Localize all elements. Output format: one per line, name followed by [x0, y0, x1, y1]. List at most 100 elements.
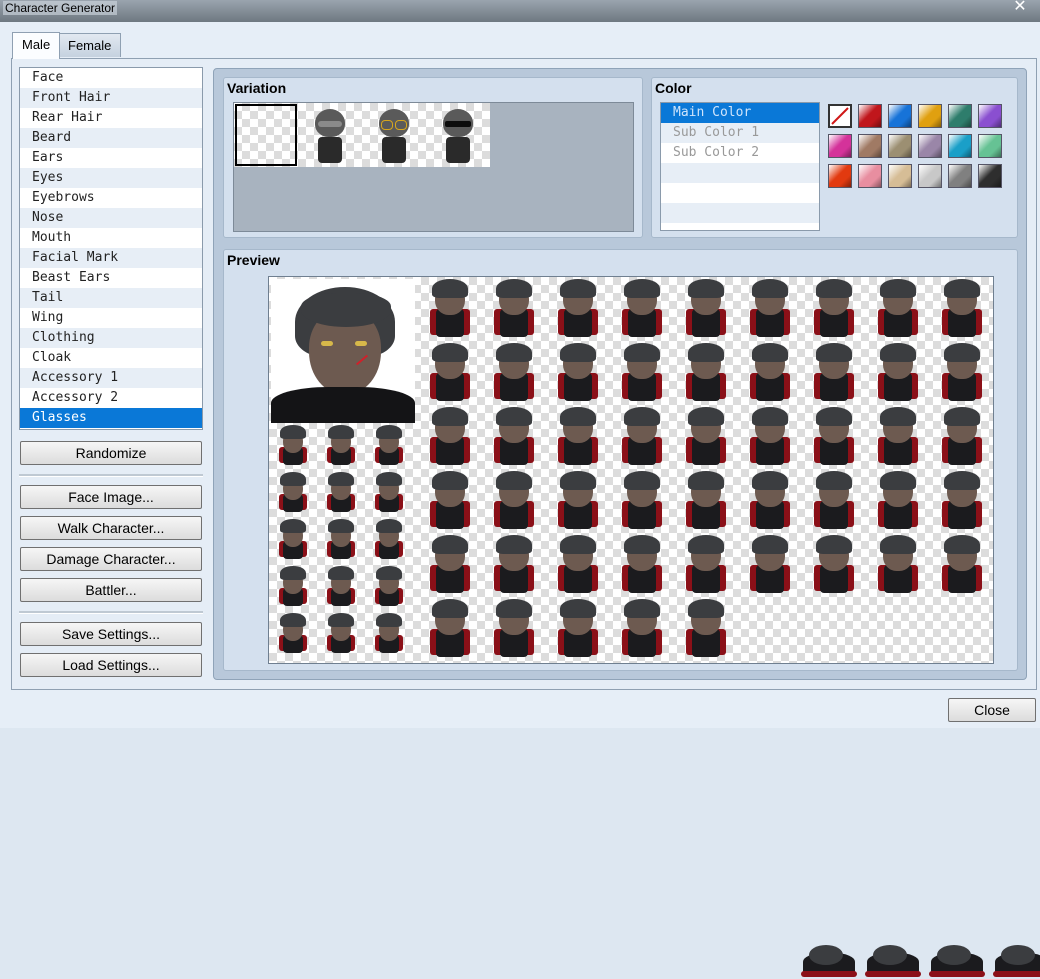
title-bar: Character Generator ✕: [0, 0, 1040, 22]
color-swatch[interactable]: [888, 164, 912, 188]
variation-group: Variation: [223, 77, 643, 238]
parts-list-item[interactable]: Beard: [20, 128, 202, 148]
variation-area: [233, 102, 634, 232]
battler-sprite: [611, 535, 673, 597]
parts-list-item[interactable]: Accessory 2: [20, 388, 202, 408]
color-swatch[interactable]: [978, 104, 1002, 128]
walk-sprite: [275, 566, 311, 610]
color-slot-item[interactable]: Sub Color 1: [661, 123, 819, 143]
battler-sprite: [931, 343, 993, 405]
battler-sprite: [803, 407, 865, 469]
walk-sprite: [275, 425, 311, 469]
color-swatch[interactable]: [948, 164, 972, 188]
variation-option-none[interactable]: [234, 103, 298, 167]
color-group: Color Main Color Sub Color 1 Sub Color 2: [651, 77, 1018, 238]
color-slot-empty: [661, 163, 819, 183]
parts-list-item[interactable]: Rear Hair: [20, 108, 202, 128]
color-swatch[interactable]: [978, 164, 1002, 188]
battler-sprite: [675, 599, 737, 661]
walk-sprite: [275, 472, 311, 516]
walk-sprite: [371, 425, 407, 469]
walk-character-button[interactable]: Walk Character...: [20, 516, 202, 540]
color-swatch[interactable]: [948, 134, 972, 158]
battler-sprite: [675, 343, 737, 405]
parts-list-item[interactable]: Eyebrows: [20, 188, 202, 208]
parts-list-item[interactable]: Facial Mark: [20, 248, 202, 268]
color-slot-empty: [661, 203, 819, 223]
color-swatch[interactable]: [828, 134, 852, 158]
preview-area: [268, 276, 1040, 977]
battler-sprite-down: [863, 941, 923, 979]
parts-list-item[interactable]: Eyes: [20, 168, 202, 188]
close-button[interactable]: Close: [948, 698, 1036, 722]
variation-option-plain[interactable]: [298, 103, 362, 167]
battler-sprite: [419, 535, 481, 597]
parts-list-item[interactable]: Face: [20, 68, 202, 88]
window-close-icon[interactable]: ✕: [1004, 0, 1036, 16]
face-image-button[interactable]: Face Image...: [20, 485, 202, 509]
battler-sprite: [803, 535, 865, 597]
parts-list-item[interactable]: Accessory 1: [20, 368, 202, 388]
color-swatch[interactable]: [858, 164, 882, 188]
battler-sprite-down: [991, 941, 1040, 979]
walk-sprite: [371, 472, 407, 516]
color-swatch[interactable]: [858, 104, 882, 128]
editor-panel: Variation Color Main Color Sub Color 1 S…: [213, 68, 1040, 977]
variation-sprite: [378, 109, 410, 165]
battler-sprite: [867, 471, 929, 533]
parts-list-item[interactable]: Beast Ears: [20, 268, 202, 288]
color-swatch[interactable]: [948, 104, 972, 128]
battler-sprite: [483, 407, 545, 469]
parts-list-item[interactable]: Cloak: [20, 348, 202, 368]
separator: [19, 611, 203, 614]
battler-button[interactable]: Battler...: [20, 578, 202, 602]
color-swatch[interactable]: [918, 164, 942, 188]
tab-female[interactable]: Female: [58, 33, 122, 57]
window-title: Character Generator: [3, 1, 118, 15]
battler-sprite: [867, 279, 929, 341]
battler-sprite: [739, 279, 801, 341]
walk-sprite: [323, 519, 359, 563]
battler-sprite: [867, 535, 929, 597]
battler-sprite: [739, 407, 801, 469]
color-slot-list[interactable]: Main Color Sub Color 1 Sub Color 2: [660, 102, 820, 231]
color-swatch[interactable]: [888, 104, 912, 128]
color-swatch[interactable]: [978, 134, 1002, 158]
parts-list-item[interactable]: Front Hair: [20, 88, 202, 108]
tab-male[interactable]: Male: [12, 32, 61, 59]
variation-option-sunglasses[interactable]: [426, 103, 490, 167]
parts-list-item[interactable]: Clothing: [20, 328, 202, 348]
parts-list-item[interactable]: Wing: [20, 308, 202, 328]
battler-sprite: [739, 471, 801, 533]
parts-list-item[interactable]: Mouth: [20, 228, 202, 248]
color-swatch[interactable]: [918, 134, 942, 158]
save-settings-button[interactable]: Save Settings...: [20, 622, 202, 646]
battler-sprite: [547, 407, 609, 469]
parts-list-item[interactable]: Nose: [20, 208, 202, 228]
separator: [19, 474, 203, 477]
color-slot-item[interactable]: Main Color: [661, 103, 819, 123]
color-swatch[interactable]: [858, 134, 882, 158]
color-slot-item[interactable]: Sub Color 2: [661, 143, 819, 163]
battler-sprite: [611, 599, 673, 661]
color-swatch[interactable]: [828, 104, 852, 128]
parts-list-item[interactable]: Tail: [20, 288, 202, 308]
battler-sprite: [547, 471, 609, 533]
walk-sprite: [323, 566, 359, 610]
parts-list-item[interactable]: Glasses: [20, 408, 202, 428]
variation-option-gold-frame[interactable]: [362, 103, 426, 167]
parts-list-item[interactable]: Ears: [20, 148, 202, 168]
color-swatch[interactable]: [888, 134, 912, 158]
color-label: Color: [655, 80, 692, 96]
walk-sprite: [371, 566, 407, 610]
color-swatch[interactable]: [918, 104, 942, 128]
battler-sprite: [419, 599, 481, 661]
battler-sprite: [931, 407, 993, 469]
preview-group: Preview: [223, 249, 1040, 977]
color-swatch[interactable]: [828, 164, 852, 188]
load-settings-button[interactable]: Load Settings...: [20, 653, 202, 677]
parts-list[interactable]: Face Front Hair Rear Hair Beard Ears Eyes Eyeb…: [19, 67, 203, 430]
walk-sprite: [371, 519, 407, 563]
damage-character-button[interactable]: Damage Character...: [20, 547, 202, 571]
randomize-button[interactable]: Randomize: [20, 441, 202, 465]
